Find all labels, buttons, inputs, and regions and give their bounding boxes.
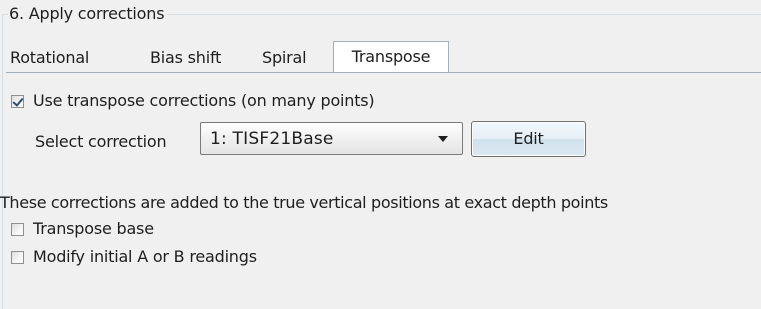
correction-select[interactable]: 1: TISF21Base bbox=[200, 122, 463, 155]
group-title: 6. Apply corrections bbox=[8, 3, 168, 25]
edit-button[interactable]: Edit bbox=[471, 121, 586, 157]
corrections-note: These corrections are added to the true … bbox=[0, 193, 608, 212]
use-transpose-corrections-checkbox[interactable] bbox=[11, 94, 24, 108]
tab-bias-shift[interactable]: Bias shift bbox=[150, 45, 221, 71]
transpose-base-checkbox[interactable] bbox=[11, 222, 24, 236]
tab-transpose[interactable]: Transpose bbox=[333, 41, 449, 73]
tab-spiral[interactable]: Spiral bbox=[262, 45, 307, 71]
select-correction-label: Select correction bbox=[35, 132, 167, 151]
tab-rotational[interactable]: Rotational bbox=[10, 45, 89, 71]
tab-strip: Rotational Bias shift Spiral Transpose bbox=[6, 38, 761, 73]
use-transpose-corrections-label: Use transpose corrections (on many point… bbox=[33, 91, 375, 110]
use-transpose-corrections-checkbox-row[interactable]: Use transpose corrections (on many point… bbox=[11, 90, 375, 112]
chevron-down-icon[interactable] bbox=[438, 135, 448, 142]
apply-corrections-panel: 6. Apply corrections Rotational Bias shi… bbox=[0, 0, 761, 309]
group-border-left bbox=[2, 14, 3, 309]
transpose-base-checkbox-row[interactable]: Transpose base bbox=[11, 218, 154, 240]
modify-readings-checkbox-row[interactable]: Modify initial A or B readings bbox=[11, 246, 257, 268]
transpose-base-label: Transpose base bbox=[33, 219, 154, 238]
modify-readings-label: Modify initial A or B readings bbox=[33, 247, 257, 266]
correction-select-value: 1: TISF21Base bbox=[210, 128, 334, 149]
modify-readings-checkbox[interactable] bbox=[11, 250, 24, 264]
